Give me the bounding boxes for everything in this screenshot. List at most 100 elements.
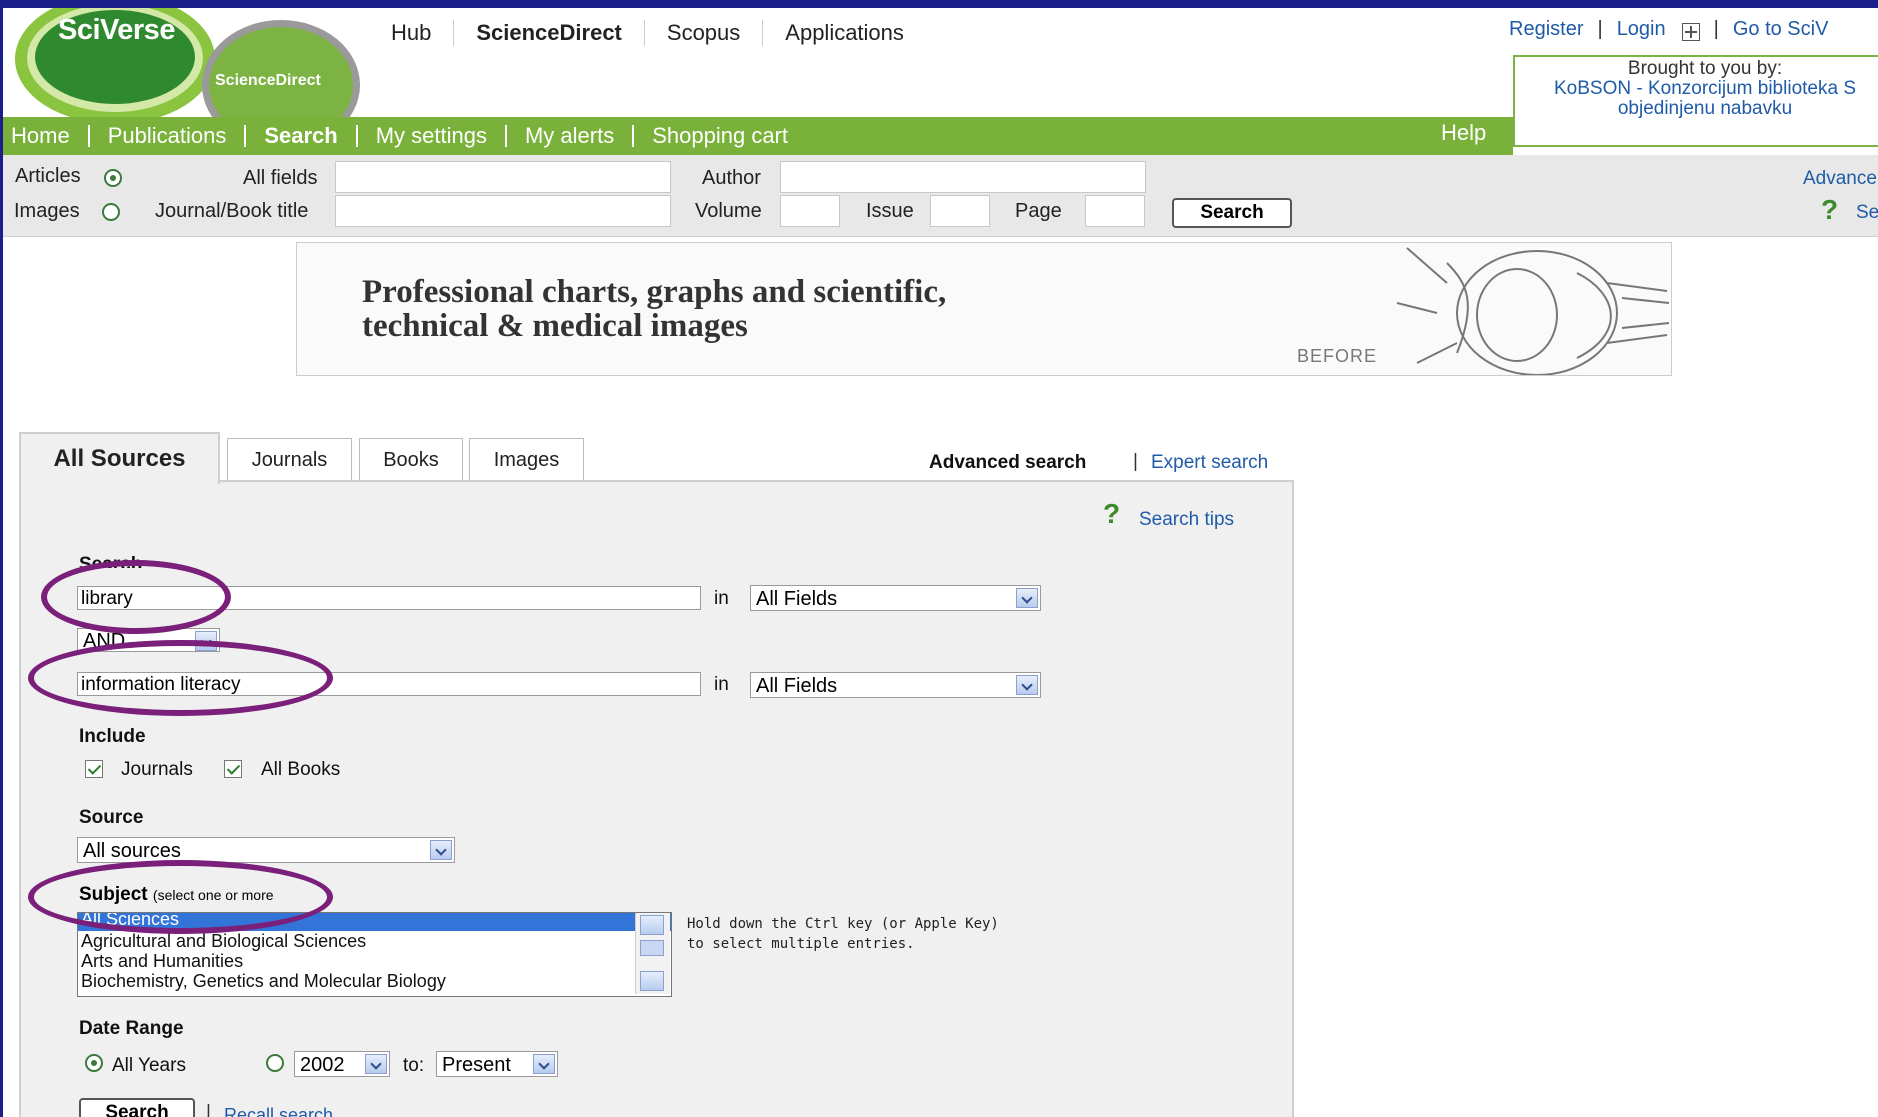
chevron-down-icon[interactable] — [1016, 588, 1038, 608]
journals-checkbox[interactable] — [85, 760, 103, 778]
login-link[interactable]: Login — [1617, 18, 1666, 41]
nav-home[interactable]: Home — [3, 125, 88, 147]
ad-banner[interactable]: Professional charts, graphs and scientif… — [296, 242, 1672, 376]
go-to-sciverse-link[interactable]: Go to SciV — [1733, 18, 1829, 41]
source-select[interactable]: All sources — [77, 837, 455, 863]
highlight-oval-subject — [28, 860, 333, 934]
logo-text: SciVerse — [58, 14, 175, 46]
in-label: in — [714, 674, 729, 695]
to-label: to: — [403, 1055, 425, 1076]
help-link[interactable]: Help — [1441, 120, 1486, 146]
banner-line-1: Professional charts, graphs and scientif… — [362, 274, 947, 310]
scroll-thumb[interactable] — [640, 940, 664, 956]
subject-option-agricultural[interactable]: Agricultural and Biological Sciences — [78, 931, 671, 951]
articles-label: Articles — [15, 165, 81, 187]
journals-checkbox-label: Journals — [121, 759, 193, 780]
page-label: Page — [1015, 200, 1062, 222]
all-fields-input[interactable] — [335, 161, 671, 193]
subject-option-biochemistry[interactable]: Biochemistry, Genetics and Molecular Bio… — [78, 971, 671, 991]
all-years-label: All Years — [112, 1055, 186, 1076]
tab-all-sources[interactable]: All Sources — [19, 432, 220, 484]
to-year-select[interactable]: Present — [436, 1051, 558, 1077]
account-links: Register | Login | Go to SciV — [1509, 18, 1828, 41]
nav-hub[interactable]: Hub — [391, 20, 455, 46]
ctrl-hint-line-2: to select multiple entries. — [687, 936, 915, 952]
nav-search[interactable]: Search — [244, 125, 355, 147]
nav-scopus[interactable]: Scopus — [645, 20, 764, 46]
subject-option-arts[interactable]: Arts and Humanities — [78, 951, 671, 971]
tab-journals[interactable]: Journals — [227, 438, 352, 481]
articles-radio[interactable] — [104, 169, 122, 187]
in-label: in — [714, 588, 729, 609]
all-fields-label: All fields — [243, 167, 318, 189]
chevron-down-icon[interactable] — [1016, 675, 1038, 695]
tab-images[interactable]: Images — [469, 438, 584, 481]
search-submit-button[interactable]: Search — [79, 1098, 195, 1117]
issue-label: Issue — [866, 200, 914, 222]
from-year-select[interactable]: 2002 — [294, 1051, 390, 1077]
source-value: All sources — [83, 840, 181, 862]
tab-books[interactable]: Books — [359, 438, 463, 481]
expert-search-link[interactable]: Expert search — [1151, 452, 1268, 474]
search-tips-icon[interactable]: ? — [1103, 498, 1120, 530]
images-radio[interactable] — [102, 203, 120, 221]
nav-applications[interactable]: Applications — [763, 20, 926, 46]
help-question-icon[interactable]: ? — [1821, 194, 1838, 226]
brought-to-you-box: Brought to you by: KoBSON - Konzorcijum … — [1513, 55, 1878, 147]
field-2-value: All Fields — [756, 675, 838, 697]
nav-shopping-cart[interactable]: Shopping cart — [632, 125, 806, 147]
institution-link[interactable]: KoBSON - Konzorcijum biblioteka S — [1515, 79, 1878, 99]
register-link[interactable]: Register — [1509, 18, 1583, 41]
sciencedirect-logo-text: ScienceDirect — [215, 72, 321, 89]
separator: | — [1597, 18, 1603, 40]
separator: | — [206, 1102, 211, 1117]
main-nav-bar: Home Publications Search My settings My … — [3, 117, 1513, 155]
highlight-oval-term1 — [41, 560, 231, 634]
search-tips-link[interactable]: Se — [1856, 202, 1878, 224]
separator: | — [1713, 18, 1719, 40]
chevron-down-icon[interactable] — [533, 1054, 555, 1074]
chevron-down-icon[interactable] — [430, 840, 452, 860]
all-books-checkbox[interactable] — [224, 760, 242, 778]
login-expand-icon[interactable] — [1681, 22, 1700, 41]
banner-headline: Professional charts, graphs and scientif… — [362, 275, 946, 343]
nav-publications[interactable]: Publications — [87, 125, 245, 147]
author-label: Author — [702, 167, 761, 189]
brought-label: Brought to you by: — [1627, 58, 1783, 79]
page-input[interactable] — [1085, 195, 1145, 227]
highlight-oval-term2 — [28, 640, 333, 716]
all-years-radio[interactable] — [85, 1054, 103, 1072]
eye-illustration-icon — [1396, 247, 1670, 375]
nav-my-alerts[interactable]: My alerts — [504, 125, 632, 147]
quick-search-button[interactable]: Search — [1172, 198, 1292, 228]
ctrl-key-hint: Hold down the Ctrl key (or Apple Key) to… — [687, 914, 999, 954]
search-tips-link[interactable]: Search tips — [1139, 509, 1234, 531]
volume-input[interactable] — [780, 195, 840, 227]
field-2-select[interactable]: All Fields — [750, 672, 1041, 698]
include-label: Include — [79, 726, 146, 747]
journal-title-input[interactable] — [335, 195, 671, 227]
scroll-down-icon[interactable] — [640, 971, 664, 991]
advanced-search-link[interactable]: Advance — [1803, 168, 1877, 190]
banner-before-label: BEFORE — [1297, 346, 1378, 366]
year-range-radio[interactable] — [266, 1054, 284, 1072]
nav-my-settings[interactable]: My settings — [355, 125, 505, 147]
from-year-value: 2002 — [300, 1054, 345, 1076]
institution-link-line2[interactable]: objedinjenu nabavku — [1515, 99, 1878, 119]
field-1-value: All Fields — [756, 588, 838, 610]
banner-line-2: technical & medical images — [362, 308, 748, 344]
field-1-select[interactable]: All Fields — [750, 585, 1041, 611]
journal-title-label: Journal/Book title — [155, 200, 309, 222]
recall-search-link[interactable]: Recall search — [224, 1105, 333, 1117]
nav-sciencedirect[interactable]: ScienceDirect — [454, 20, 645, 46]
subject-scrollbar[interactable] — [635, 913, 670, 994]
chevron-down-icon[interactable] — [365, 1054, 387, 1074]
all-books-checkbox-label: All Books — [261, 759, 341, 780]
to-year-value: Present — [442, 1054, 511, 1076]
date-range-label: Date Range — [79, 1018, 184, 1039]
source-label: Source — [79, 807, 144, 828]
ctrl-hint-line-1: Hold down the Ctrl key (or Apple Key) — [687, 916, 999, 932]
issue-input[interactable] — [930, 195, 990, 227]
scroll-up-icon[interactable] — [640, 915, 664, 935]
author-input[interactable] — [780, 161, 1146, 193]
